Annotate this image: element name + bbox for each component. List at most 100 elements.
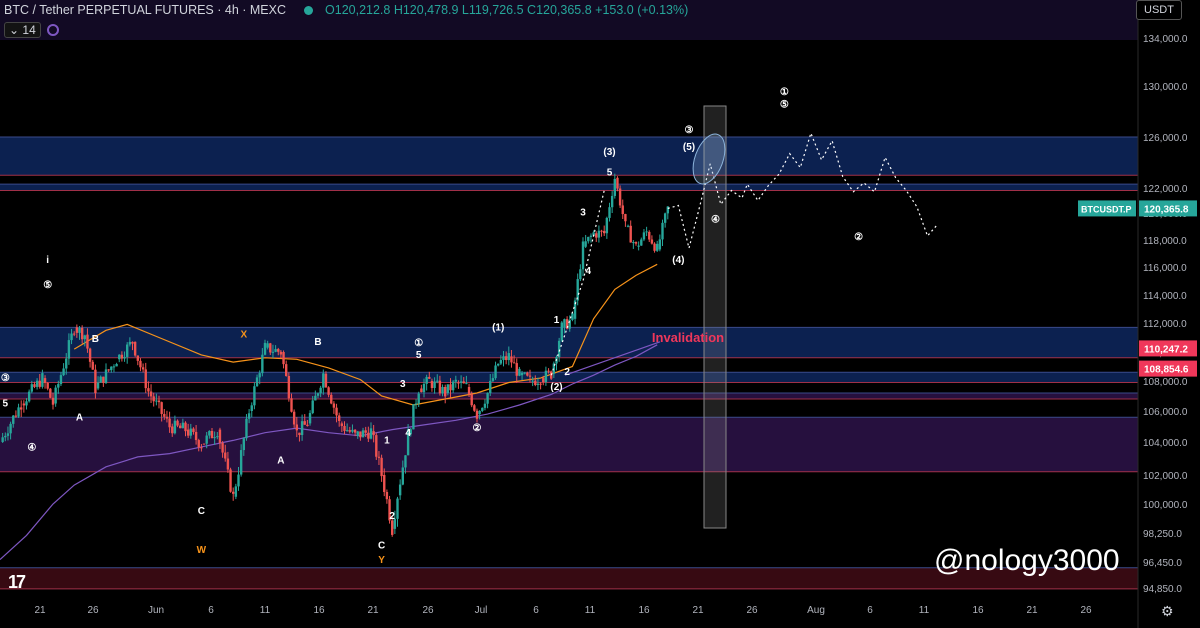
candle-body bbox=[481, 407, 484, 411]
candle-body bbox=[285, 364, 288, 376]
wave-label-1: ⑤ bbox=[43, 280, 52, 291]
candle-body bbox=[605, 217, 609, 234]
ohlc-readout: O120,212.8 H120,478.9 L119,726.5 C120,36… bbox=[325, 3, 689, 17]
wave-label-15: 2 bbox=[389, 511, 395, 522]
price-tick-label: 126,000.0 bbox=[1143, 133, 1188, 144]
candle-body bbox=[663, 213, 667, 223]
candle-body bbox=[33, 384, 36, 387]
wave-label-20: ② bbox=[473, 423, 482, 434]
price-tag-value-0: 120,365.8 bbox=[1144, 204, 1189, 215]
candle-body bbox=[104, 369, 108, 383]
candle-body bbox=[425, 376, 428, 384]
zone-4 bbox=[0, 393, 1138, 399]
candle-body bbox=[396, 498, 399, 519]
tradingview-logo-icon[interactable]: 17 bbox=[8, 572, 26, 593]
candle-body bbox=[38, 380, 41, 387]
candle-body bbox=[213, 437, 216, 439]
wave-label-18: 5 bbox=[416, 350, 422, 361]
candle-body bbox=[245, 418, 248, 439]
wave-label-23: 1 bbox=[554, 315, 560, 326]
candle-body bbox=[70, 333, 73, 341]
wave-label-33: ① bbox=[780, 87, 789, 98]
candle-body bbox=[83, 335, 86, 340]
candle-body bbox=[444, 386, 447, 397]
indicator-count: 14 bbox=[22, 23, 36, 37]
time-tick-label: 21 bbox=[692, 605, 704, 616]
candle-body bbox=[292, 411, 296, 425]
candle-body bbox=[465, 383, 468, 385]
candle-body bbox=[144, 369, 147, 389]
price-tick-label: 106,000.0 bbox=[1143, 407, 1188, 418]
time-tick-label: Jul bbox=[475, 605, 488, 616]
price-tick-label: 96,450.0 bbox=[1143, 558, 1182, 569]
candle-body bbox=[279, 351, 283, 355]
candle-body bbox=[597, 230, 601, 238]
candle-body bbox=[404, 455, 407, 468]
candle-body bbox=[581, 241, 585, 270]
candle-body bbox=[486, 392, 489, 404]
wave-label-6: A bbox=[76, 412, 83, 423]
candle-body bbox=[94, 369, 97, 394]
wave-label-8: W bbox=[197, 545, 207, 556]
time-tick-label: 6 bbox=[533, 605, 539, 616]
candle-body bbox=[645, 231, 648, 233]
candle-body bbox=[269, 343, 272, 353]
candle-body bbox=[30, 384, 33, 392]
price-tick-label: 114,000.0 bbox=[1143, 291, 1187, 302]
candle-body bbox=[584, 241, 587, 247]
candle-body bbox=[454, 379, 457, 382]
candle-body bbox=[372, 431, 375, 436]
currency-selector[interactable]: USDT bbox=[1136, 0, 1182, 20]
candle-body bbox=[634, 242, 638, 244]
candle-body bbox=[86, 334, 89, 349]
candle-body bbox=[618, 188, 622, 206]
candle-body bbox=[208, 430, 211, 436]
candle-body bbox=[192, 428, 195, 432]
candle-body bbox=[428, 376, 431, 379]
candle-body bbox=[322, 373, 325, 388]
candle-body bbox=[544, 370, 548, 383]
candle-body bbox=[149, 391, 153, 397]
price-tag-symbol: BTCUSDT.P bbox=[1081, 204, 1132, 214]
candle-body bbox=[22, 403, 26, 406]
time-tick-label: 11 bbox=[919, 605, 930, 616]
price-tick-label: 112,000.0 bbox=[1143, 319, 1187, 330]
candle-body bbox=[563, 319, 566, 328]
settings-gear-icon[interactable]: ⚙ bbox=[1161, 603, 1174, 620]
candle-body bbox=[194, 431, 198, 441]
candle-body bbox=[27, 391, 31, 402]
candle-body bbox=[120, 354, 124, 359]
candle-body bbox=[266, 343, 269, 348]
candle-body bbox=[160, 402, 163, 414]
wave-label-30: ③ bbox=[685, 125, 694, 136]
candle-body bbox=[504, 356, 508, 361]
candle-body bbox=[49, 388, 52, 398]
time-tick-label: 16 bbox=[313, 605, 325, 616]
symbol-title[interactable]: BTC / Tether PERPETUAL FUTURES · 4h · ME… bbox=[4, 3, 286, 17]
indicator-icon[interactable] bbox=[46, 24, 59, 36]
candle-body bbox=[603, 230, 606, 234]
candle-body bbox=[88, 348, 92, 362]
candle-body bbox=[102, 376, 105, 383]
wave-label-2: ③ bbox=[1, 373, 10, 384]
candle-body bbox=[221, 442, 224, 453]
price-tick-label: 102,000.0 bbox=[1143, 471, 1188, 482]
chart-background bbox=[0, 0, 1200, 628]
candle-body bbox=[20, 407, 23, 410]
candle-body bbox=[345, 430, 349, 432]
candle-body bbox=[115, 363, 118, 367]
candle-body bbox=[35, 380, 39, 387]
wave-label-29: (4) bbox=[672, 255, 684, 266]
candle-body bbox=[340, 423, 344, 426]
candle-body bbox=[433, 381, 436, 388]
price-tick-label: 98,250.0 bbox=[1143, 529, 1182, 540]
time-tick-label: Aug bbox=[807, 605, 825, 616]
price-tick-label: 104,000.0 bbox=[1143, 438, 1188, 449]
time-tick-label: 16 bbox=[638, 605, 650, 616]
wave-label-0: i bbox=[46, 255, 49, 266]
candle-body bbox=[621, 205, 624, 215]
candle-body bbox=[25, 401, 28, 406]
indicator-count-badge[interactable]: ⌄ 14 bbox=[4, 22, 41, 38]
candle-body bbox=[497, 363, 500, 366]
price-chart[interactable]: i⑤③5④BACWXBACY12345①②(1)(2)12345(3)(4)③(… bbox=[0, 0, 1200, 628]
